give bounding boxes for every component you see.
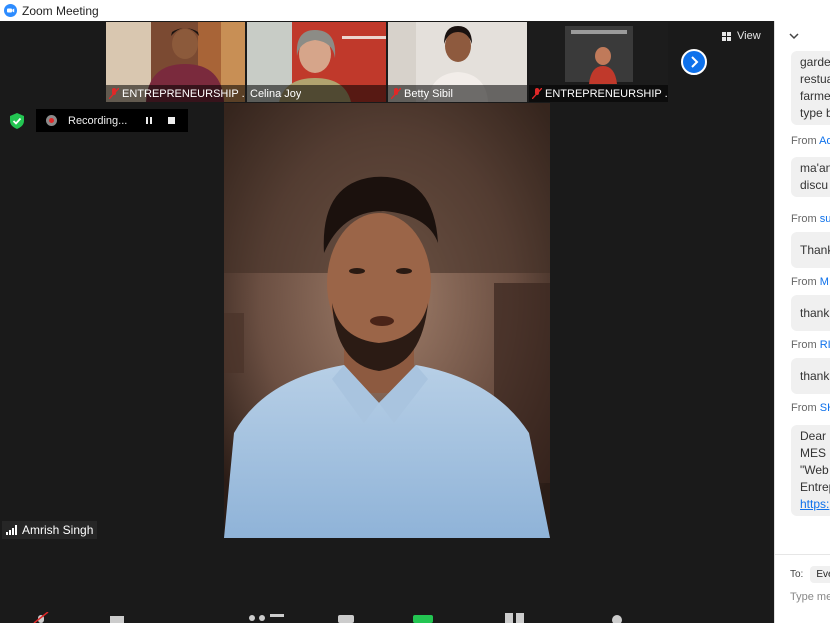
active-speaker-video: [224, 103, 550, 538]
message-line: MES I: [800, 446, 830, 460]
participant-tile[interactable]: Betty Sibil: [388, 22, 527, 102]
chat-message: thank: [791, 358, 830, 394]
view-button[interactable]: View: [722, 30, 761, 42]
record-button[interactable]: [505, 613, 524, 623]
message-link[interactable]: https:: [800, 496, 830, 513]
chevron-right-icon: [691, 56, 699, 68]
participant-tile[interactable]: Celina Joy: [247, 22, 386, 102]
message-line: restua: [800, 72, 830, 86]
participants-button[interactable]: [249, 614, 284, 621]
recording-indicator: Recording...: [36, 109, 188, 132]
message-line: ma'an: [800, 161, 830, 175]
divider: [775, 554, 830, 555]
active-speaker-name: Amrish Singh: [22, 523, 94, 537]
message-line: garde: [800, 55, 830, 69]
video-button[interactable]: [110, 616, 124, 623]
chat-panel: garde restua farme type b From Ad ma'an …: [774, 21, 830, 623]
chat-button[interactable]: [338, 615, 354, 623]
chat-message: Thank: [791, 232, 830, 268]
next-page-button[interactable]: [681, 49, 707, 75]
message-line: type b: [800, 106, 830, 120]
meeting-stage: ENTREPRENEURSHIP ... Celina Joy Betty Si…: [0, 21, 774, 623]
message-sender: From RI: [791, 339, 830, 351]
zoom-logo-icon: [4, 4, 17, 17]
message-line: farme: [800, 89, 830, 103]
speaker-video-frame: [224, 103, 550, 538]
chat-input[interactable]: Type me: [790, 591, 830, 603]
mic-muted-icon: [109, 88, 119, 99]
share-screen-button[interactable]: [413, 615, 433, 623]
recording-label: Recording...: [68, 114, 128, 127]
sender-name[interactable]: Ad: [819, 135, 830, 147]
grid-icon: [722, 31, 731, 41]
chevron-down-icon[interactable]: [789, 33, 799, 40]
message-sender: From SH: [791, 402, 830, 414]
participant-name: ENTREPRENEURSHIP ...: [122, 87, 245, 100]
sender-name[interactable]: M: [820, 276, 829, 288]
mic-muted-icon: [532, 88, 542, 99]
message-line: thank: [800, 369, 830, 383]
chat-message: garde restua farme type b: [791, 51, 830, 125]
participant-tile[interactable]: ENTREPRENEURSHIP ...: [529, 22, 668, 102]
sender-name[interactable]: SH: [820, 402, 830, 414]
chat-recipient-row: To: Eve: [790, 566, 830, 583]
meeting-toolbar: [33, 612, 622, 623]
to-label: To:: [790, 569, 804, 580]
sender-name[interactable]: su: [820, 213, 830, 225]
message-line: Thank: [800, 243, 830, 257]
signal-bars-icon: [6, 525, 17, 535]
mute-button[interactable]: [33, 612, 49, 623]
chat-message: ma'an discu: [791, 157, 830, 197]
participant-tile[interactable]: ENTREPRENEURSHIP ...: [106, 22, 245, 102]
pause-icon[interactable]: [146, 117, 152, 124]
participant-name: Betty Sibil: [404, 87, 453, 100]
sender-name[interactable]: RI: [820, 339, 830, 351]
active-speaker-tag: Amrish Singh: [2, 521, 98, 539]
message-line: Dear: [800, 429, 827, 443]
window-title: Zoom Meeting: [22, 3, 99, 18]
chat-message: thank: [791, 295, 830, 331]
message-line: "Web: [800, 463, 829, 477]
stop-icon[interactable]: [168, 117, 175, 124]
recipient-dropdown[interactable]: Eve: [810, 566, 830, 583]
record-dot-icon: [46, 115, 57, 126]
title-bar: Zoom Meeting: [0, 0, 830, 21]
participant-name: Celina Joy: [250, 87, 302, 100]
reactions-button[interactable]: [612, 615, 622, 623]
chat-message: Dear MES I "Web Entrep https:: [791, 425, 830, 516]
security-shield-icon[interactable]: [10, 113, 24, 129]
message-line: thank: [800, 306, 830, 320]
participant-name: ENTREPRENEURSHIP ...: [545, 87, 668, 100]
message-sender: From M: [791, 276, 829, 288]
view-label: View: [737, 30, 761, 42]
message-sender: From Ad: [791, 135, 830, 147]
message-line: discu: [800, 178, 829, 192]
message-line: Entrep: [800, 480, 830, 494]
mic-muted-icon: [391, 88, 401, 99]
message-sender: From su: [791, 213, 830, 225]
